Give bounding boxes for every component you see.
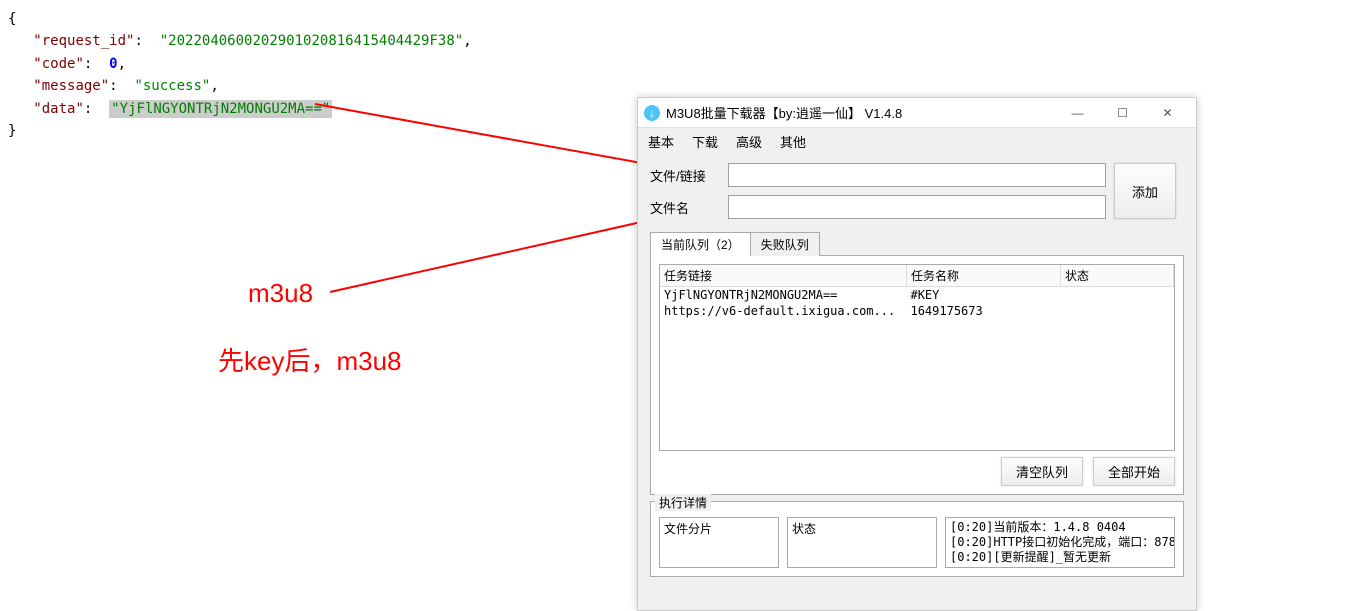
menu-download[interactable]: 下载 — [692, 132, 718, 151]
clear-queue-button[interactable]: 清空队列 — [1001, 457, 1083, 486]
col-task-name[interactable]: 任务名称 — [906, 265, 1060, 287]
annotation-m3u8: m3u8 — [248, 278, 313, 309]
table-row[interactable]: https://v6-default.ixigua.com... 1649175… — [660, 303, 1174, 319]
menubar: 基本 下载 高级 其他 — [638, 128, 1196, 155]
execution-details-panel: 执行详情 文件分片 状态 [0:20]当前版本：1.4.8 0404 [0:20… — [650, 501, 1184, 577]
start-all-button[interactable]: 全部开始 — [1093, 457, 1175, 486]
close-button[interactable]: ✕ — [1145, 98, 1190, 128]
app-icon: ↓ — [644, 105, 660, 121]
add-button[interactable]: 添加 — [1114, 163, 1176, 219]
label-file-link: 文件/链接 — [650, 166, 720, 185]
menu-advanced[interactable]: 高级 — [736, 132, 762, 151]
json-code-block: { "request_id": "20220406002029010208164… — [8, 8, 472, 142]
queue-table[interactable]: 任务链接 任务名称 状态 YjFlNGYONTRjN2MONGU2MA== #K… — [660, 265, 1174, 319]
file-link-input[interactable] — [728, 163, 1106, 187]
file-name-input[interactable] — [728, 195, 1106, 219]
col-status[interactable]: 状态 — [1061, 265, 1174, 287]
highlighted-data-value[interactable]: "YjFlNGYONTRjN2MONGU2MA==" — [109, 100, 332, 118]
label-file-name: 文件名 — [650, 198, 720, 217]
details-title: 执行详情 — [655, 494, 711, 511]
window-title: M3U8批量下载器【by:逍遥一仙】 V1.4.8 — [666, 103, 1055, 122]
col-task-link[interactable]: 任务链接 — [660, 265, 906, 287]
maximize-button[interactable]: ☐ — [1100, 98, 1145, 128]
input-form: 文件/链接 添加 文件名 — [638, 155, 1196, 227]
tab-current-queue[interactable]: 当前队列（2） — [650, 232, 751, 256]
m3u8-downloader-window: ↓ M3U8批量下载器【by:逍遥一仙】 V1.4.8 — ☐ ✕ 基本 下载 … — [637, 97, 1197, 611]
annotation-key-first: 先key后，m3u8 — [218, 341, 402, 378]
details-col-file-shard: 文件分片 — [659, 517, 779, 568]
menu-basic[interactable]: 基本 — [648, 132, 674, 151]
queue-tabs: 当前队列（2） 失败队列 — [650, 232, 1184, 256]
details-col-status: 状态 — [787, 517, 937, 568]
log-output[interactable]: [0:20]当前版本：1.4.8 0404 [0:20]HTTP接口初始化完成，… — [945, 517, 1175, 568]
table-row[interactable]: YjFlNGYONTRjN2MONGU2MA== #KEY — [660, 287, 1174, 304]
titlebar[interactable]: ↓ M3U8批量下载器【by:逍遥一仙】 V1.4.8 — ☐ ✕ — [638, 98, 1196, 128]
minimize-button[interactable]: — — [1055, 98, 1100, 128]
queue-panel: 任务链接 任务名称 状态 YjFlNGYONTRjN2MONGU2MA== #K… — [650, 255, 1184, 495]
menu-other[interactable]: 其他 — [780, 132, 806, 151]
tab-failed-queue[interactable]: 失败队列 — [750, 232, 820, 256]
